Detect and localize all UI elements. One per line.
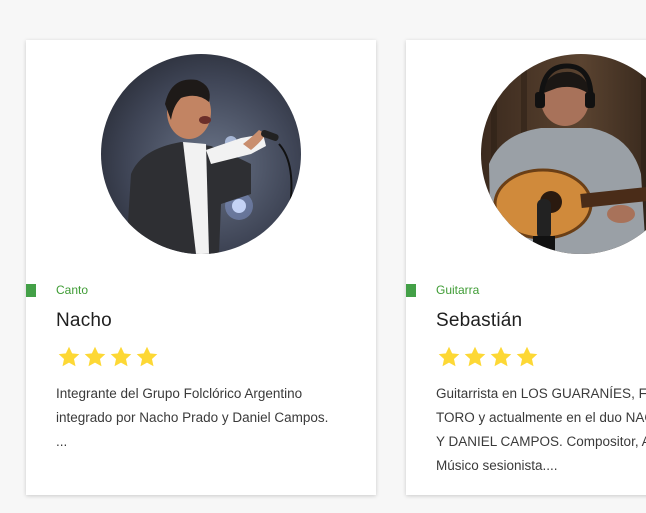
star-icon — [110, 346, 132, 367]
instructor-description: Integrante del Grupo Folclórico Argentin… — [56, 382, 356, 454]
description-line: TORO y actualmente en el duo NAC — [436, 410, 646, 425]
category-label[interactable]: Canto — [56, 283, 88, 297]
description-line: integrado por Nacho Prado y Daniel Campo… — [56, 410, 329, 425]
description-line: Integrante del Grupo Folclórico Argentin… — [56, 386, 303, 401]
star-icon — [438, 346, 460, 367]
star-icon — [464, 346, 486, 367]
description-line: Y DANIEL CAMPOS. Compositor, A — [436, 434, 646, 449]
instructor-description: Guitarrista en LOS GUARANÍES, FA TORO y … — [436, 382, 646, 478]
category-marker — [406, 284, 416, 297]
instructor-card-nacho[interactable]: Canto Nacho Integrante del Grupo Folclór… — [26, 40, 376, 495]
rating-stars — [436, 344, 540, 370]
description-line: Guitarrista en LOS GUARANÍES, FA — [436, 386, 646, 401]
instructor-name[interactable]: Nacho — [56, 310, 112, 332]
star-icon — [84, 346, 106, 367]
star-icon — [490, 346, 512, 367]
description-line: Músico sesionista.... — [436, 458, 558, 473]
instructor-name[interactable]: Sebastián — [436, 310, 522, 332]
instructor-photo[interactable] — [101, 54, 301, 254]
category-marker — [26, 284, 36, 297]
description-line: ... — [56, 434, 68, 449]
category-label[interactable]: Guitarra — [436, 283, 479, 297]
rating-stars — [56, 344, 160, 370]
instructor-photo[interactable] — [481, 54, 646, 254]
instructor-card-sebastian[interactable]: Guitarra Sebastián Guitarrista en LOS GU… — [406, 40, 646, 495]
guitarist-photo-illustration — [481, 54, 646, 254]
star-icon — [136, 346, 158, 367]
star-icon — [516, 346, 538, 367]
singer-photo-illustration — [101, 54, 301, 254]
star-icon — [58, 346, 80, 367]
